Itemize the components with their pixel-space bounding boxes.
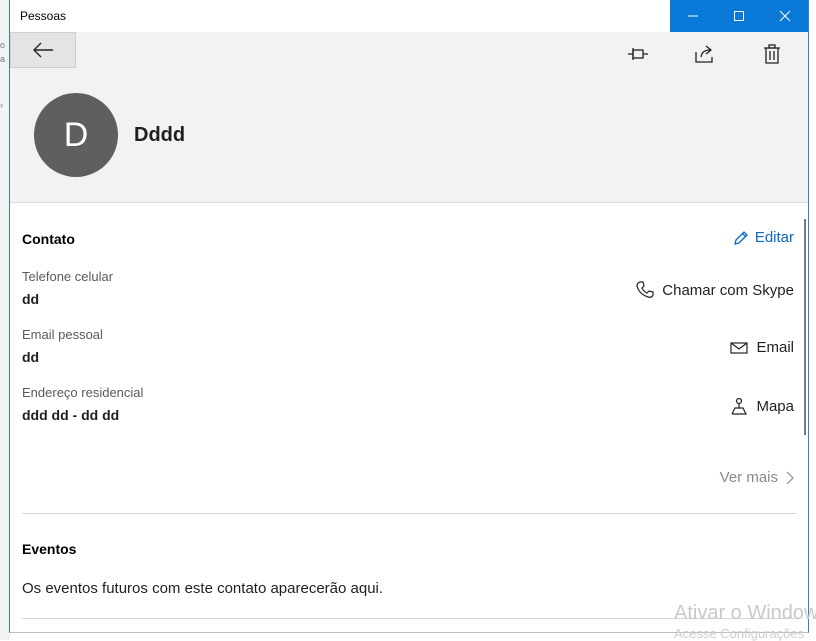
see-more-label: Ver mais (719, 469, 778, 486)
scrollbar[interactable] (804, 219, 806, 435)
close-button[interactable] (762, 0, 808, 32)
background-glyph: o (0, 40, 6, 50)
email-button[interactable]: Email (730, 339, 794, 356)
phone-icon (636, 281, 654, 298)
delete-button[interactable] (760, 42, 784, 66)
background-glyph: a (0, 54, 6, 64)
edit-button[interactable]: Editar (733, 229, 794, 246)
events-empty-text: Os eventos futuros com este contato apar… (22, 580, 384, 597)
map-label: Mapa (756, 397, 794, 415)
background-glyph: › (0, 100, 3, 110)
back-arrow-icon (33, 42, 53, 58)
contact-header: D Dddd (10, 32, 808, 203)
contact-section-title: Contato (22, 231, 75, 247)
call-skype-label: Chamar com Skype (662, 281, 794, 299)
activation-watermark-line1: Ativar o Windows (674, 602, 816, 624)
close-icon (779, 10, 791, 22)
field-value-mobile: dd (22, 291, 40, 307)
minimize-button[interactable] (670, 0, 716, 32)
map-pin-icon (731, 397, 748, 415)
share-icon (695, 45, 713, 63)
maximize-icon (734, 11, 744, 21)
share-button[interactable] (693, 42, 717, 66)
edit-label: Editar (754, 229, 794, 246)
maximize-button[interactable] (716, 0, 762, 32)
see-more-button[interactable]: Ver mais (720, 469, 794, 486)
contact-name: Dddd (134, 124, 186, 146)
activation-watermark-line2: Acesse Configurações (674, 626, 805, 641)
minimize-icon (688, 15, 698, 17)
pencil-icon (733, 230, 748, 245)
chevron-right-icon (786, 471, 794, 484)
field-value-address: ddd dd - dd dd (22, 407, 120, 423)
field-label-address: Endereço residencial (22, 385, 144, 400)
field-value-email: dd (22, 349, 40, 365)
window-title: Pessoas (20, 9, 67, 23)
field-label-email: Email pessoal (22, 327, 103, 342)
email-label: Email (756, 339, 794, 356)
trash-icon (764, 44, 780, 64)
people-app-window: Pessoas D Dddd Contato Editar Telefone c… (9, 0, 809, 633)
events-section-title: Eventos (22, 541, 77, 557)
section-divider (22, 513, 796, 514)
pin-button[interactable] (626, 42, 650, 66)
title-bar: Pessoas (10, 0, 808, 32)
pin-icon (628, 48, 648, 60)
contact-details: Contato Editar Telefone celular dd Chama… (10, 203, 808, 632)
call-skype-button[interactable]: Chamar com Skype (636, 281, 794, 299)
field-label-mobile: Telefone celular (22, 269, 114, 284)
mail-icon (730, 341, 749, 354)
caption-buttons (670, 0, 808, 32)
map-button[interactable]: Mapa (730, 397, 794, 415)
back-button[interactable] (10, 32, 76, 68)
avatar: D (34, 93, 118, 177)
